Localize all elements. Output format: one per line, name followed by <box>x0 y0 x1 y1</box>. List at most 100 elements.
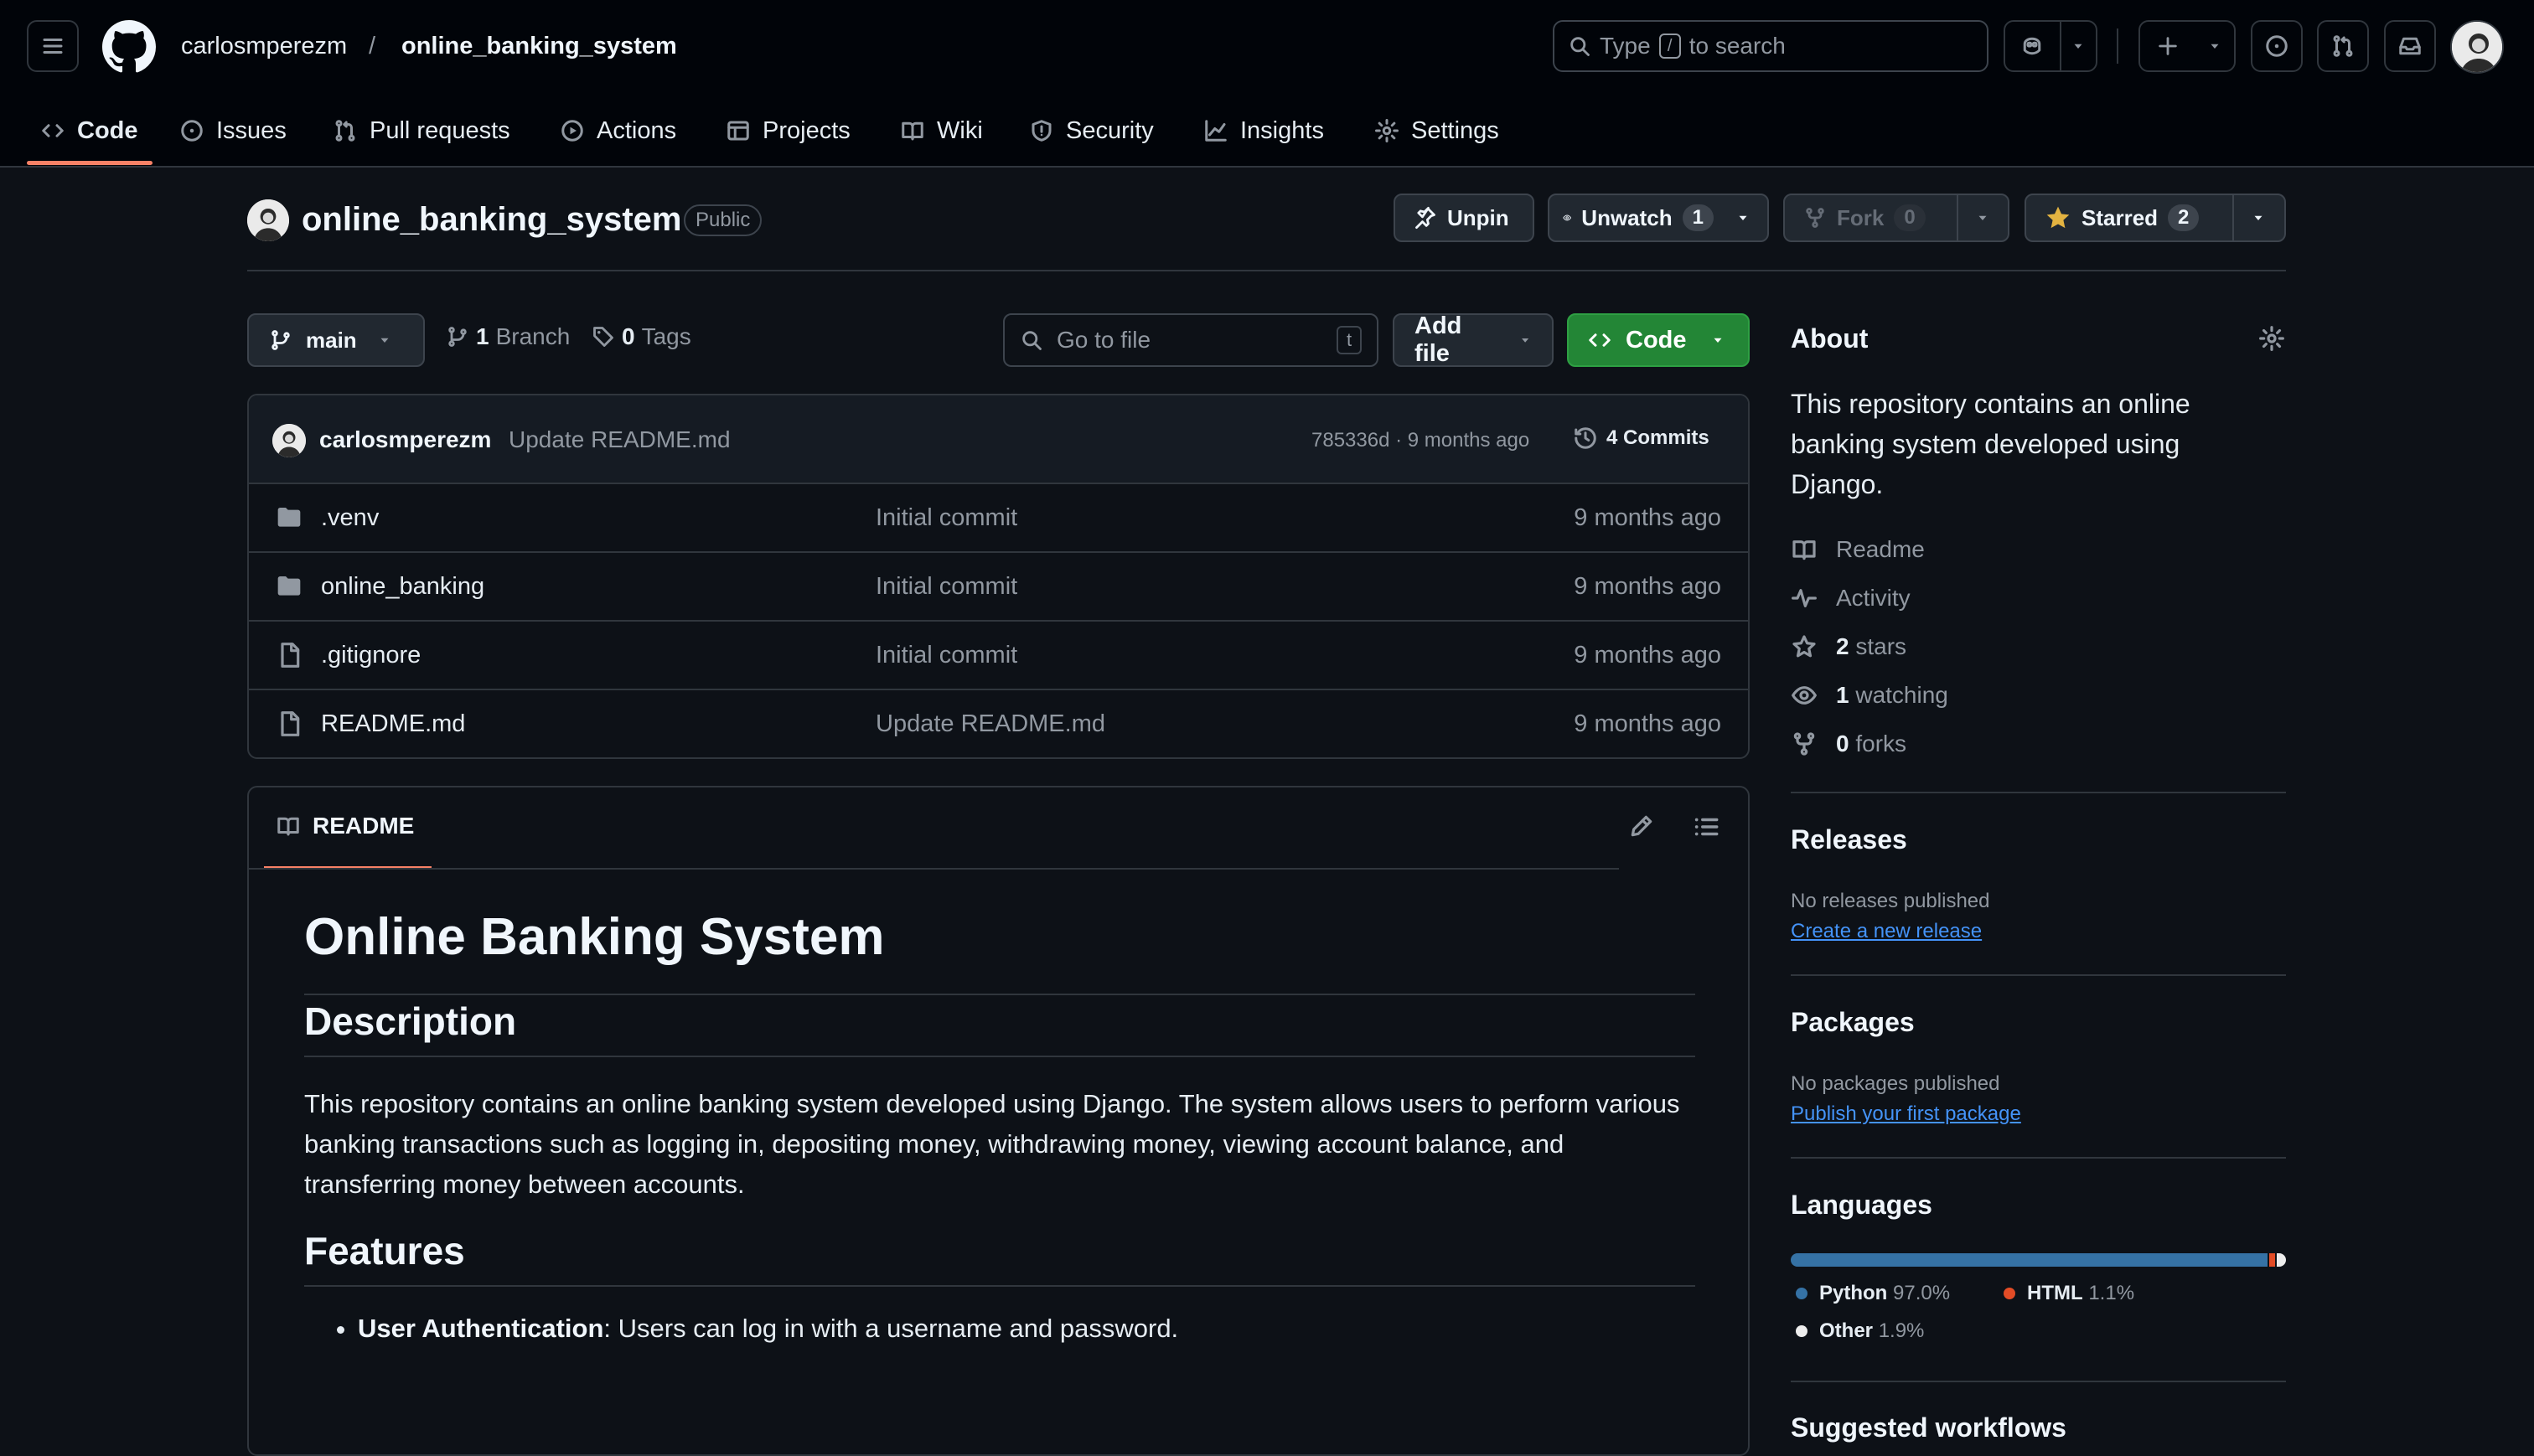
pin-icon <box>1415 206 1435 230</box>
tab-wiki[interactable]: Wiki <box>900 94 983 168</box>
readme-panel: README Online Banking System Description… <box>247 786 1750 1456</box>
repo-nav-tabs: Code Issues Pull requests Actions Projec… <box>0 94 2534 168</box>
user-avatar[interactable] <box>2450 20 2504 74</box>
starred-dropdown[interactable] <box>2232 195 2283 240</box>
commit-author-avatar[interactable] <box>272 424 306 457</box>
forks-link[interactable]: 0 forks <box>1791 731 1906 757</box>
code-icon <box>1589 333 1611 347</box>
tab-insights[interactable]: Insights <box>1203 94 1324 168</box>
language-html[interactable]: HTML 1.1% <box>2004 1282 2134 1305</box>
packages-heading[interactable]: Packages <box>1791 1007 1915 1038</box>
unwatch-dropdown[interactable] <box>1725 195 1761 240</box>
breadcrumb-owner[interactable]: carlosmperezm <box>181 31 347 61</box>
repo-title[interactable]: online_banking_system <box>302 201 681 239</box>
tab-security[interactable]: Security <box>1029 94 1154 168</box>
readme-tab[interactable]: README <box>276 813 414 839</box>
copilot-icon <box>2024 37 2041 55</box>
tab-projects[interactable]: Projects <box>726 94 851 168</box>
history-icon <box>1575 427 1596 449</box>
caret-down-icon <box>1739 215 1747 220</box>
outline-button[interactable] <box>1692 813 1720 841</box>
stars-link[interactable]: 2 stars <box>1791 633 1906 660</box>
watchers-link[interactable]: 1 watching <box>1791 682 1948 709</box>
fork-button[interactable]: Fork 0 <box>1783 194 2009 242</box>
go-to-file-input[interactable]: Go to file t <box>1003 313 1378 367</box>
issues-button[interactable] <box>2251 20 2303 72</box>
create-new-split-button[interactable] <box>2138 20 2236 72</box>
readme-heading-description: Description <box>304 995 1695 1057</box>
language-python[interactable]: Python 97.0% <box>1796 1282 1950 1305</box>
edit-readme-button[interactable] <box>1628 813 1655 839</box>
file-row[interactable]: .gitignore Initial commit 9 months ago <box>249 622 1748 690</box>
tab-issues[interactable]: Issues <box>179 94 287 168</box>
language-other[interactable]: Other 1.9% <box>1796 1319 1924 1343</box>
commits-link[interactable]: 4 Commits <box>1573 426 1709 451</box>
tab-pull-requests[interactable]: Pull requests <box>333 94 510 168</box>
repo-header-divider <box>247 270 2286 271</box>
file-row[interactable]: README.md Update README.md 9 months ago <box>249 690 1748 757</box>
tab-actions[interactable]: Actions <box>560 94 676 168</box>
branches-link[interactable]: 1 Branch <box>446 323 570 350</box>
commit-author[interactable]: carlosmperezm <box>319 426 491 453</box>
readme-tab-label: README <box>313 813 415 839</box>
file-commit-date: 9 months ago <box>1574 642 1721 669</box>
file-row[interactable]: .venv Initial commit 9 months ago <box>249 484 1748 553</box>
readme-link[interactable]: Readme <box>1791 536 1925 563</box>
menu-button[interactable] <box>27 20 79 72</box>
fork-dropdown[interactable] <box>1957 195 2007 240</box>
code-button[interactable]: Code <box>1567 313 1750 367</box>
file-commit-message[interactable]: Initial commit <box>876 642 1017 669</box>
file-name[interactable]: online_banking <box>321 573 484 601</box>
file-commit-message[interactable]: Update README.md <box>876 710 1105 738</box>
inbox-button[interactable] <box>2384 20 2436 72</box>
shield-icon <box>1032 120 1052 142</box>
add-file-label: Add file <box>1414 312 1462 367</box>
commit-message[interactable]: Update README.md <box>509 426 731 453</box>
play-icon <box>561 120 583 142</box>
tag-label: Tags <box>641 323 691 349</box>
commit-count-label: 4 Commits <box>1606 426 1709 449</box>
unwatch-button[interactable]: Unwatch 1 <box>1548 194 1769 242</box>
pull-requests-button[interactable] <box>2317 20 2369 72</box>
branch-label: Branch <box>495 323 571 349</box>
create-new-button[interactable] <box>2140 22 2196 70</box>
tab-settings[interactable]: Settings <box>1374 94 1499 168</box>
copilot-button[interactable] <box>2005 22 2060 70</box>
tab-code[interactable]: Code <box>40 94 138 168</box>
search-suffix: to search <box>1688 33 1786 59</box>
branch-selector[interactable]: main <box>247 313 425 367</box>
repo-owner-avatar[interactable] <box>247 199 289 241</box>
file-name[interactable]: README.md <box>321 710 465 738</box>
activity-link-label: Activity <box>1836 585 1911 611</box>
avatar-image <box>272 424 306 457</box>
eye-icon <box>1563 214 1571 221</box>
sidebar-divider <box>1791 792 2286 793</box>
breadcrumb-repo[interactable]: online_banking_system <box>401 31 677 61</box>
branch-name: main <box>306 327 357 353</box>
edit-about-button[interactable] <box>2258 325 2285 352</box>
file-commit-message[interactable]: Initial commit <box>876 504 1017 532</box>
commit-hash-time[interactable]: 785336d · 9 months ago <box>1311 429 1529 452</box>
tags-link[interactable]: 0 Tags <box>592 323 691 350</box>
create-new-dropdown[interactable] <box>2196 22 2234 70</box>
activity-link[interactable]: Activity <box>1791 585 1911 612</box>
file-row[interactable]: online_banking Initial commit 9 months a… <box>249 553 1748 622</box>
list-item: User Authentication: Users can log in wi… <box>358 1309 1695 1349</box>
unpin-button[interactable]: Unpin <box>1394 194 1534 242</box>
file-name[interactable]: .gitignore <box>321 642 421 669</box>
stars-label: stars <box>1855 633 1907 659</box>
add-file-button[interactable]: Add file <box>1393 312 1554 367</box>
global-search-input[interactable]: Type / to search <box>1553 20 1988 72</box>
publish-package-link[interactable]: Publish your first package <box>1791 1102 2021 1126</box>
starred-button[interactable]: Starred 2 <box>2025 194 2286 242</box>
copilot-split-button[interactable] <box>2004 20 2097 72</box>
readme-header: README <box>249 787 1748 870</box>
copilot-dropdown[interactable] <box>2059 22 2096 70</box>
language-color-dot <box>2004 1288 2015 1299</box>
gear-icon <box>2259 326 2284 351</box>
create-release-link[interactable]: Create a new release <box>1791 920 1982 943</box>
file-name[interactable]: .venv <box>321 504 379 532</box>
releases-heading[interactable]: Releases <box>1791 824 1907 855</box>
file-commit-message[interactable]: Initial commit <box>876 573 1017 601</box>
github-logo-icon[interactable] <box>102 20 156 74</box>
